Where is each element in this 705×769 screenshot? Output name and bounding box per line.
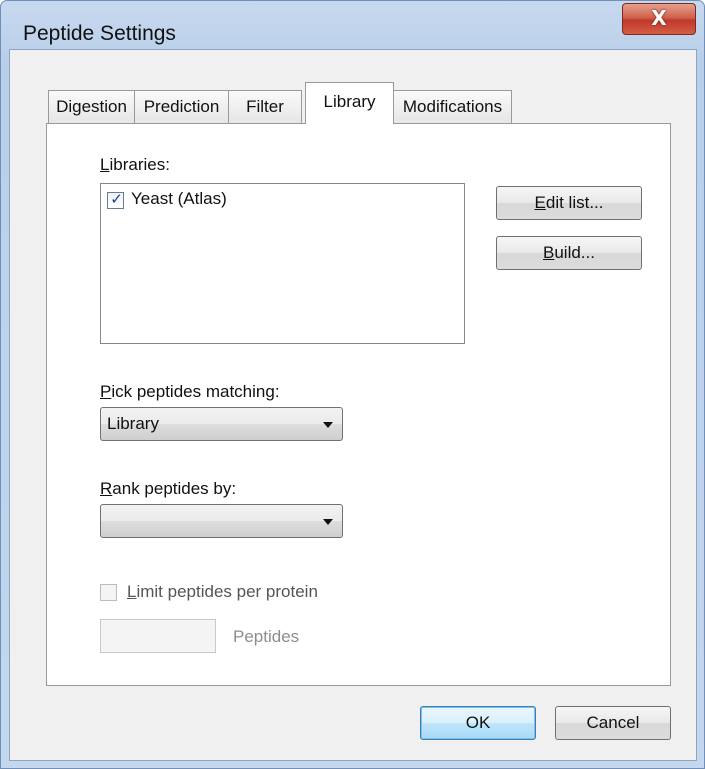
tab-label: Digestion [56, 97, 127, 116]
peptides-count-input[interactable] [100, 619, 216, 653]
rank-peptides-label: Rank peptides by: [100, 479, 237, 498]
tab-label: Modifications [402, 97, 503, 116]
dialog-body: Digestion Prediction Filter Library Modi… [9, 49, 697, 761]
peptides-suffix-label: Peptides [233, 627, 300, 646]
pick-peptides-value: Library [107, 414, 159, 433]
ok-button[interactable]: OK [420, 706, 536, 740]
close-button[interactable]: X [622, 3, 696, 35]
chevron-down-icon [323, 519, 333, 525]
libraries-label: Libraries: [100, 155, 170, 174]
limit-peptides-checkbox[interactable] [100, 584, 117, 601]
tab-filter[interactable]: Filter [228, 90, 302, 123]
tab-library[interactable]: Library [305, 82, 394, 124]
build-button[interactable]: Build... [496, 236, 642, 270]
edit-list-button[interactable]: Edit list... [496, 186, 642, 220]
tab-prediction[interactable]: Prediction [134, 90, 229, 123]
peptide-settings-window: Peptide Settings X Digestion Prediction … [0, 0, 705, 769]
libraries-listbox[interactable]: ✓ Yeast (Atlas) [100, 183, 465, 344]
rank-peptides-select[interactable] [100, 504, 343, 538]
tab-label: Prediction [143, 97, 220, 116]
cancel-button[interactable]: Cancel [555, 706, 671, 740]
tab-label: Filter [246, 97, 284, 116]
pick-peptides-label: Pick peptides matching: [100, 382, 280, 401]
library-tab-panel: Libraries: ✓ Yeast (Atlas) Edit list... … [46, 123, 671, 686]
tab-modifications[interactable]: Modifications [393, 90, 512, 123]
pick-peptides-select[interactable]: Library [100, 407, 343, 441]
checkmark-icon: ✓ [110, 190, 123, 208]
tab-digestion[interactable]: Digestion [48, 90, 135, 123]
close-icon: X [651, 6, 667, 30]
library-name: Yeast (Atlas) [131, 189, 227, 208]
chevron-down-icon [323, 422, 333, 428]
limit-peptides-label: Limit peptides per protein [127, 582, 318, 601]
tab-label: Library [323, 92, 376, 111]
library-checkbox[interactable]: ✓ [107, 190, 124, 209]
list-item[interactable]: ✓ Yeast (Atlas) [107, 189, 407, 211]
window-title: Peptide Settings [23, 22, 176, 45]
